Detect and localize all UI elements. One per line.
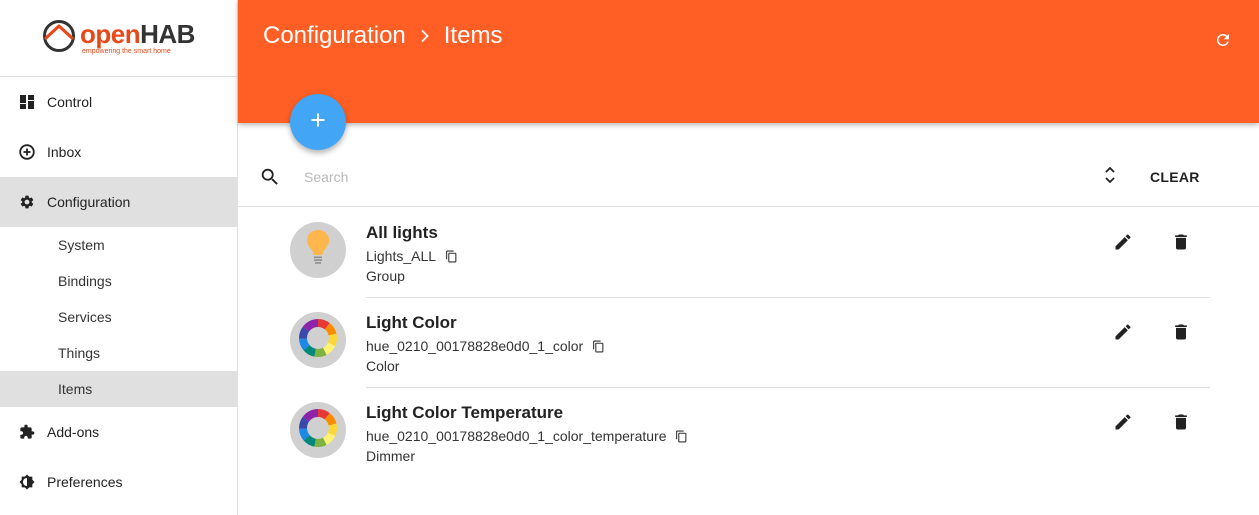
item-name: hue_0210_00178828e0d0_1_color bbox=[366, 338, 584, 354]
sidebar-item-label: Control bbox=[47, 94, 93, 110]
search-icon bbox=[259, 166, 281, 188]
edit-button[interactable] bbox=[1112, 233, 1134, 255]
list-item: Light Color Temperature hue_0210_0017882… bbox=[238, 388, 1259, 478]
clear-button[interactable]: CLEAR bbox=[1150, 165, 1200, 189]
sidebar-item-addons[interactable]: Add-ons bbox=[0, 407, 237, 457]
sidebar-item-label: Add-ons bbox=[47, 424, 100, 440]
brightness-icon bbox=[18, 473, 36, 491]
delete-button[interactable] bbox=[1170, 323, 1192, 345]
color-wheel-icon bbox=[296, 406, 340, 455]
list-item: All lights Lights_ALL Group bbox=[238, 208, 1259, 298]
breadcrumb-items: Items bbox=[443, 22, 503, 49]
item-title: Light Color bbox=[366, 313, 457, 332]
copy-icon[interactable] bbox=[592, 340, 605, 353]
trash-icon bbox=[1171, 232, 1191, 257]
sidebar-item-label: Preferences bbox=[47, 474, 123, 490]
sidebar-subitem-items[interactable]: Items bbox=[0, 371, 237, 407]
copy-icon[interactable] bbox=[445, 250, 458, 263]
edit-button[interactable] bbox=[1112, 323, 1134, 345]
trash-icon bbox=[1171, 412, 1191, 437]
main-content: Configuration Items Search CLEAR All lig… bbox=[238, 0, 1259, 515]
sidebar-subitem-things[interactable]: Things bbox=[0, 335, 237, 371]
logo-tagline: empowering the smart home bbox=[82, 48, 171, 55]
sidebar-item-label: Inbox bbox=[47, 144, 82, 160]
refresh-button[interactable] bbox=[1213, 32, 1233, 52]
sidebar-item-configuration[interactable]: Configuration bbox=[0, 177, 237, 227]
breadcrumb-configuration[interactable]: Configuration bbox=[263, 22, 406, 50]
pencil-icon bbox=[1113, 232, 1133, 257]
refresh-icon bbox=[1214, 31, 1232, 54]
gear-icon bbox=[18, 193, 36, 211]
item-avatar bbox=[290, 312, 346, 368]
pencil-icon bbox=[1113, 322, 1133, 347]
item-avatar bbox=[290, 222, 346, 278]
openhab-logo[interactable]: openHAB empowering the smart home bbox=[42, 19, 195, 58]
item-type: Color bbox=[366, 358, 400, 374]
items-list: All lights Lights_ALL Group Light Color … bbox=[238, 208, 1259, 478]
chevron-right-icon bbox=[420, 29, 430, 43]
search-bar: CLEAR bbox=[238, 148, 1259, 207]
add-item-button[interactable] bbox=[290, 94, 346, 150]
sidebar-item-inbox[interactable]: Inbox bbox=[0, 127, 237, 177]
delete-button[interactable] bbox=[1170, 233, 1192, 255]
sidebar: openHAB empowering the smart home Contro… bbox=[0, 0, 238, 515]
sidebar-item-label: Configuration bbox=[47, 194, 131, 210]
item-title: All lights bbox=[366, 223, 438, 242]
puzzle-icon bbox=[18, 423, 36, 441]
openhab-logo-icon bbox=[42, 19, 76, 58]
color-wheel-icon bbox=[296, 316, 340, 365]
unfold-icon bbox=[1104, 165, 1116, 190]
logo-wordmark: openHAB bbox=[80, 19, 195, 49]
copy-icon[interactable] bbox=[675, 430, 688, 443]
search-input[interactable] bbox=[302, 166, 1082, 188]
item-type: Group bbox=[366, 268, 405, 284]
sidebar-subitem-system[interactable]: System bbox=[0, 227, 237, 263]
edit-button[interactable] bbox=[1112, 413, 1134, 435]
dashboard-icon bbox=[18, 93, 36, 111]
app-header: Configuration Items bbox=[238, 0, 1259, 123]
item-title: Light Color Temperature bbox=[366, 403, 564, 422]
sidebar-subitem-services[interactable]: Services bbox=[0, 299, 237, 335]
lightbulb-icon bbox=[305, 228, 331, 273]
plus-icon bbox=[310, 112, 326, 133]
breadcrumb: Configuration Items bbox=[263, 22, 502, 50]
item-name: hue_0210_00178828e0d0_1_color_temperatur… bbox=[366, 428, 667, 444]
item-type: Dimmer bbox=[366, 448, 415, 464]
sidebar-item-control[interactable]: Control bbox=[0, 77, 237, 127]
logo-area: openHAB empowering the smart home bbox=[0, 0, 237, 77]
add-circle-icon bbox=[18, 143, 36, 161]
trash-icon bbox=[1171, 322, 1191, 347]
list-item: Light Color hue_0210_00178828e0d0_1_colo… bbox=[238, 298, 1259, 388]
item-name: Lights_ALL bbox=[366, 248, 437, 264]
sort-button[interactable] bbox=[1100, 165, 1120, 189]
sidebar-subitem-bindings[interactable]: Bindings bbox=[0, 263, 237, 299]
delete-button[interactable] bbox=[1170, 413, 1192, 435]
sidebar-item-preferences[interactable]: Preferences bbox=[0, 457, 237, 507]
item-avatar bbox=[290, 402, 346, 458]
pencil-icon bbox=[1113, 412, 1133, 437]
